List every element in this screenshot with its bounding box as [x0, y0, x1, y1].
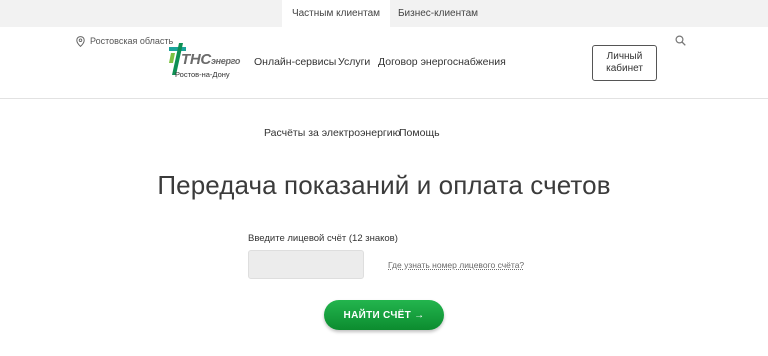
logo-brand-main: ТНС: [181, 51, 211, 68]
sublink-electricity-payments[interactable]: Расчёты за электроэнергию: [264, 127, 400, 139]
find-account-number-link[interactable]: Где узнать номер лицевого счёта?: [388, 260, 524, 270]
logo-brand-sub: энерго: [210, 56, 241, 66]
logo-brand: ТНСэнерго: [181, 51, 240, 68]
search-icon[interactable]: [675, 35, 686, 46]
personal-cabinet-button[interactable]: Личный кабинет: [592, 45, 657, 81]
region-selector[interactable]: Ростовская область: [76, 34, 173, 48]
logo-city: Ростов-на-Дону: [175, 70, 230, 79]
location-pin-icon: [76, 35, 85, 47]
sublink-help[interactable]: Помощь: [399, 127, 440, 139]
personal-cabinet-label: Личный кабинет: [606, 51, 643, 74]
find-account-button[interactable]: НАЙТИ СЧЁТ →: [324, 300, 444, 330]
nav-supply-contract[interactable]: Договор энергоснабжения: [378, 56, 506, 68]
nav-services[interactable]: Услуги: [338, 56, 370, 68]
nav-online-services[interactable]: Онлайн-сервисы: [254, 56, 336, 68]
client-type-tabs: Частным клиентам Бизнес-клиентам: [0, 0, 768, 27]
region-label: Ростовская область: [90, 36, 174, 46]
page-title: Передача показаний и оплата счетов: [157, 170, 611, 200]
account-number-input[interactable]: [248, 250, 364, 279]
account-field-label: Введите лицевой счёт (12 знаков): [248, 233, 398, 244]
tab-private-clients[interactable]: Частным клиентам: [282, 0, 390, 27]
tns-energo-logo[interactable]: ТНСэнерго Ростов-на-Дону: [168, 43, 250, 81]
tab-business-clients[interactable]: Бизнес-клиентам: [390, 0, 486, 27]
site-header: Ростовская область ТНСэнерго Ростов-на-Д…: [0, 27, 768, 99]
